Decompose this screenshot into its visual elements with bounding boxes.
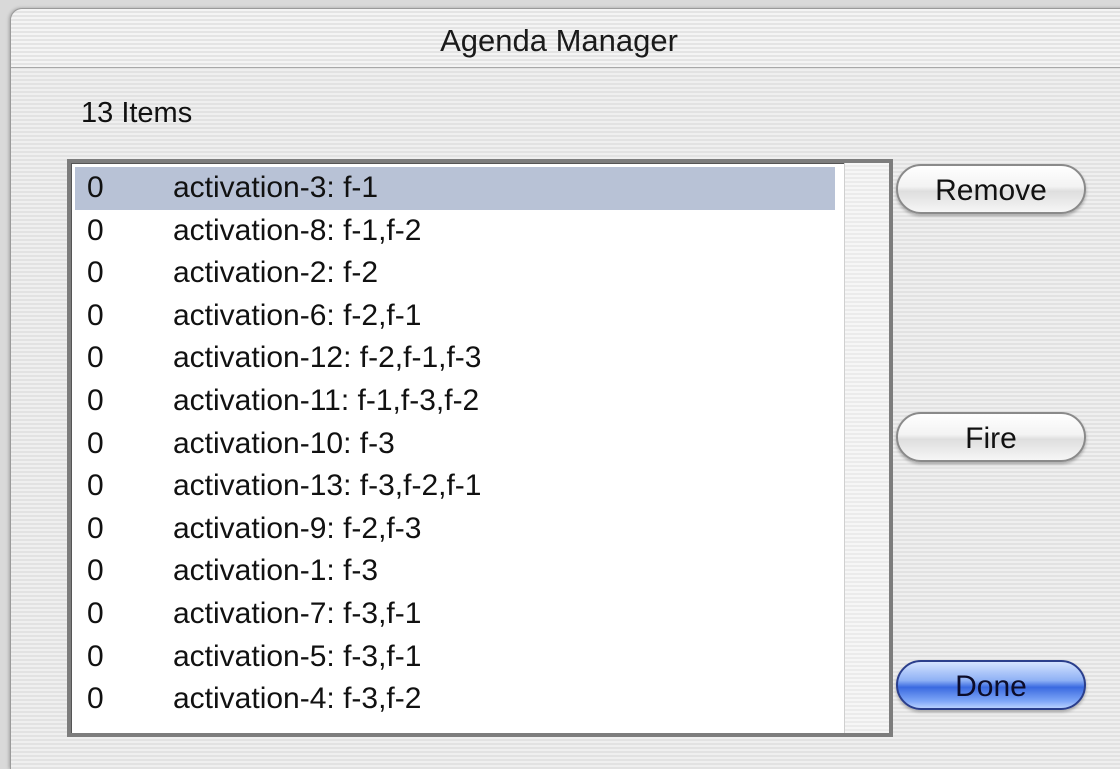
agenda-list[interactable]: 0 activation-3: f-1 0 activation-8: f-1,… [75,167,835,727]
agenda-manager-window: Agenda Manager 13 Items 0 activation-3: … [10,8,1120,769]
done-button[interactable]: Done [896,660,1086,710]
activation-label: activation-5: f-3,f-1 [173,639,422,673]
salience-value: 0 [87,596,104,630]
salience-value: 0 [87,298,104,332]
agenda-row[interactable]: 0 activation-11: f-1,f-3,f-2 [75,380,835,423]
activation-label: activation-3: f-1 [173,171,379,204]
window-title-text: Agenda Manager [440,23,678,58]
salience-value: 0 [87,213,104,247]
agenda-row[interactable]: 0 activation-1: f-3 [75,550,835,593]
activation-label: activation-6: f-2,f-1 [173,298,422,332]
salience-value: 0 [87,171,104,204]
agenda-list-box: 0 activation-3: f-1 0 activation-8: f-1,… [67,159,893,737]
activation-label: activation-2: f-2 [173,256,379,290]
activation-label: activation-13: f-3,f-2,f-1 [173,469,482,503]
activation-label: activation-7: f-3,f-1 [173,596,422,630]
activation-label: activation-10: f-3 [173,426,395,460]
salience-value: 0 [87,426,104,460]
agenda-row[interactable]: 0 activation-7: f-3,f-1 [75,593,835,636]
activation-label: activation-11: f-1,f-3,f-2 [173,383,480,417]
window-title: Agenda Manager [11,23,1120,59]
salience-value: 0 [87,554,104,588]
agenda-row[interactable]: 0 activation-2: f-2 [75,252,835,295]
salience-value: 0 [87,256,104,290]
salience-value: 0 [87,383,104,417]
agenda-row[interactable]: 0 activation-5: f-3,f-1 [75,636,835,679]
agenda-row[interactable]: 0 activation-3: f-1 [75,167,835,210]
activation-label: activation-8: f-1,f-2 [173,213,422,247]
agenda-row[interactable]: 0 activation-13: f-3,f-2,f-1 [75,465,835,508]
list-scrollbar[interactable] [844,163,889,733]
item-count-label: 13 Items [81,97,193,129]
agenda-row[interactable]: 0 activation-9: f-2,f-3 [75,508,835,551]
salience-value: 0 [87,341,104,375]
activation-label: activation-1: f-3 [173,554,379,588]
activation-label: activation-9: f-2,f-3 [173,511,422,545]
agenda-row[interactable]: 0 activation-8: f-1,f-2 [75,210,835,253]
agenda-row[interactable]: 0 activation-6: f-2,f-1 [75,295,835,338]
agenda-row[interactable]: 0 activation-10: f-3 [75,423,835,466]
title-bar[interactable]: Agenda Manager [11,9,1120,68]
salience-value: 0 [87,682,104,716]
salience-value: 0 [87,511,104,545]
salience-value: 0 [87,469,104,503]
agenda-row[interactable]: 0 activation-12: f-2,f-1,f-3 [75,337,835,380]
agenda-row[interactable]: 0 activation-4: f-3,f-2 [75,678,835,721]
activation-label: activation-4: f-3,f-2 [173,682,422,716]
salience-value: 0 [87,639,104,673]
fire-button[interactable]: Fire [896,412,1086,462]
remove-button[interactable]: Remove [896,164,1086,214]
activation-label: activation-12: f-2,f-1,f-3 [173,341,482,375]
